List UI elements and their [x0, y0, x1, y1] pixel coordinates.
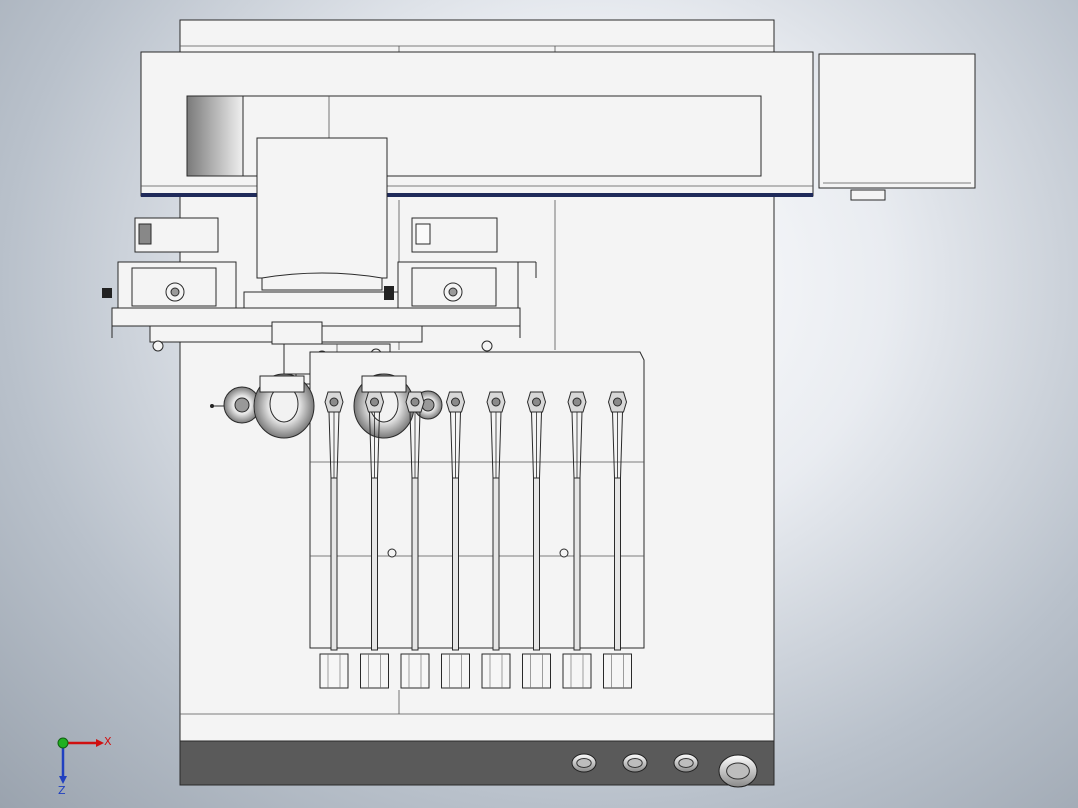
cad-model-view: X Z [57, 19, 976, 797]
control-knob[interactable] [673, 753, 699, 773]
triad-origin [57, 737, 69, 749]
beam-end-block [186, 95, 244, 177]
z-axis-label: Z [58, 784, 66, 797]
x-axis-label: X [104, 735, 112, 748]
control-knob[interactable] [622, 753, 648, 773]
head-carriage [237, 137, 399, 323]
side-control-box [818, 53, 976, 201]
main-power-knob[interactable] [718, 754, 758, 788]
gantry-beam [140, 51, 814, 197]
control-knob[interactable] [571, 753, 597, 773]
axis-triad: X Z [57, 735, 112, 797]
beam-trim-stripe [141, 193, 813, 197]
